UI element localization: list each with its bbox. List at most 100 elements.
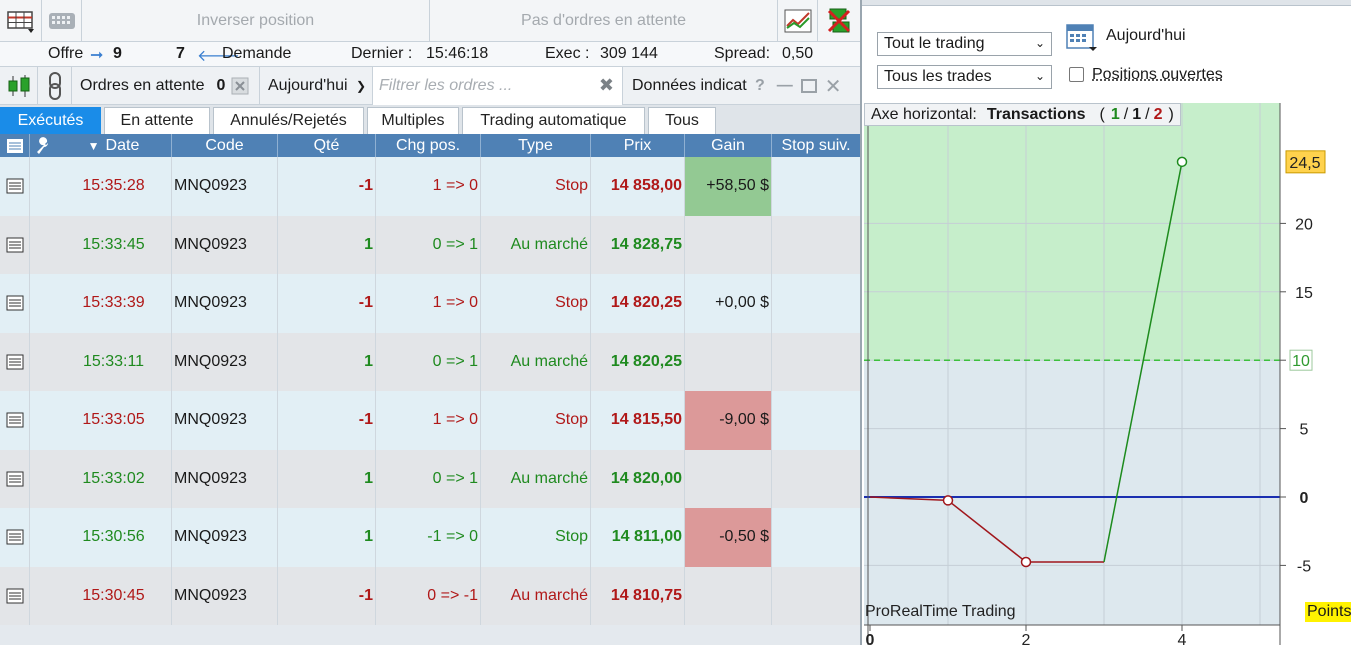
detail-column-icon[interactable] [0, 134, 30, 157]
help-icon[interactable]: ? [755, 77, 765, 95]
cell-spacer [30, 508, 56, 567]
trading-chart: -5051015200241024,5 Axe horizontal: Tran… [862, 103, 1351, 645]
period-select-value: Aujourd'hui [268, 77, 348, 94]
exec-label: Exec : [545, 45, 590, 62]
tab-pending[interactable]: En attente [104, 107, 210, 134]
grid-menu-button[interactable] [0, 0, 42, 41]
cell-gain [685, 215, 772, 274]
pager-total[interactable]: 2 [1154, 106, 1163, 124]
order-detail-icon[interactable] [0, 449, 30, 508]
order-detail-icon[interactable] [0, 508, 30, 567]
table-row[interactable]: 15:33:39 MNQ0923 -1 1 => 0 Stop 14 820,25 +0,0… [0, 274, 860, 333]
cell-spacer [30, 157, 56, 216]
order-detail-icon[interactable] [0, 157, 30, 216]
link-chain-icon [48, 72, 61, 100]
chart-neutral-zone [864, 360, 1280, 625]
pager-page[interactable]: 1 [1132, 106, 1141, 124]
date-range-label: Aujourd'hui [1106, 27, 1186, 44]
chart-trade-button[interactable] [778, 0, 818, 41]
cell-price: 14 858,00 [591, 157, 685, 216]
col-qty[interactable]: Qté [278, 134, 376, 157]
indicator-data-label[interactable]: Données indicat [632, 77, 747, 95]
keyboard-button[interactable] [42, 0, 82, 41]
cell-gain [685, 566, 772, 625]
link-button[interactable] [38, 67, 72, 105]
cell-qty: 1 [278, 332, 376, 391]
table-row[interactable]: 15:33:11 MNQ0923 1 0 => 1 Au marché 14 820,25 [0, 332, 860, 392]
pager-current[interactable]: 1 [1111, 106, 1120, 124]
cell-price: 14 811,00 [591, 508, 685, 567]
order-tabs: Exécutés En attente Annulés/Rejetés Mult… [0, 105, 860, 134]
order-detail-icon[interactable] [0, 215, 30, 274]
close-position-button[interactable] [818, 0, 860, 41]
table-row[interactable]: 15:30:45 MNQ0923 -1 0 => -1 Au marché 14 810,… [0, 566, 860, 625]
candles-button[interactable] [0, 67, 38, 105]
clear-filter-icon[interactable]: ✖ [599, 75, 614, 96]
col-trailing-stop[interactable]: Stop suiv. [772, 134, 860, 157]
pending-orders-section: Ordres en attente 0 [72, 67, 260, 105]
cell-trailing-stop [772, 508, 860, 567]
keyboard-icon [48, 12, 75, 29]
table-row[interactable]: 15:33:05 MNQ0923 -1 1 => 0 Stop 14 815,50 -9,0… [0, 391, 860, 450]
trades-scope-select[interactable]: Tous les trades ⌄ [877, 65, 1052, 89]
col-price[interactable]: Prix [591, 134, 685, 157]
cell-position-change: -1 => 0 [376, 508, 481, 567]
table-row[interactable]: 15:33:45 MNQ0923 1 0 => 1 Au marché 14 828,75 [0, 215, 860, 274]
tab-automatic-trading[interactable]: Trading automatique [462, 107, 645, 134]
cancel-all-icon[interactable] [231, 77, 249, 95]
order-detail-icon[interactable] [0, 332, 30, 391]
y-tick-label: 5 [1300, 422, 1309, 439]
trading-scope-select[interactable]: Tout le trading ⌄ [877, 32, 1052, 56]
tab-executed[interactable]: Exécutés [0, 107, 101, 134]
calendar-button[interactable] [1066, 22, 1098, 57]
cell-gain: -9,00 $ [685, 391, 772, 450]
no-pending-orders-button[interactable]: Pas d'ordres en attente [430, 0, 778, 41]
order-detail-icon[interactable] [0, 391, 30, 450]
cell-date: 15:33:02 [56, 449, 172, 508]
cell-type: Au marché [481, 332, 591, 391]
minimize-icon[interactable]: — [777, 77, 793, 95]
col-date[interactable]: ▼ Date [56, 134, 172, 157]
close-icon[interactable]: ✕ [825, 74, 842, 99]
orders-filter-bar: Ordres en attente 0 Aujourd'hui ❯ Filtre… [0, 67, 860, 105]
cell-spacer [30, 333, 56, 392]
demand-value: 7 [176, 45, 185, 62]
col-gain[interactable]: Gain [685, 134, 772, 157]
col-position-change[interactable]: Chg pos. [376, 134, 481, 157]
col-code[interactable]: Code [172, 134, 278, 157]
open-positions-label[interactable]: Positions ouvertes [1092, 66, 1223, 84]
open-positions-checkbox[interactable] [1069, 67, 1084, 82]
tab-multiple[interactable]: Multiples [367, 107, 459, 134]
axis-selector[interactable]: Axe horizontal: Transactions ( 1 / 1 / 2… [864, 103, 1181, 126]
table-row[interactable]: 15:33:02 MNQ0923 1 0 => 1 Au marché 14 820,00 [0, 449, 860, 509]
filter-orders-input[interactable]: Filtrer les ordres ... ✖ [373, 67, 623, 105]
candlestick-icon [8, 75, 29, 97]
threshold-label: 10 [1292, 353, 1310, 370]
cell-position-change: 1 => 0 [376, 274, 481, 333]
cell-price: 14 820,25 [591, 274, 685, 333]
x-tick-label: 2 [1022, 632, 1031, 645]
y-tick-label: 15 [1295, 285, 1313, 302]
tab-all[interactable]: Tous [648, 107, 716, 134]
maximize-icon[interactable] [800, 78, 817, 94]
cell-type: Stop [481, 157, 591, 216]
cell-qty: 1 [278, 449, 376, 508]
cell-trailing-stop [772, 450, 860, 509]
table-row[interactable]: 15:35:28 MNQ0923 -1 1 => 0 Stop 14 858,00 +58,… [0, 157, 860, 216]
table-row[interactable]: 15:30:56 MNQ0923 1 -1 => 0 Stop 14 811,00 -0,5… [0, 508, 860, 567]
reverse-position-button[interactable]: Inverser position [82, 0, 430, 41]
cell-date: 15:30:56 [56, 508, 172, 567]
cell-price: 14 820,25 [591, 332, 685, 391]
order-detail-icon[interactable] [0, 274, 30, 333]
cell-position-change: 1 => 0 [376, 157, 481, 216]
col-type[interactable]: Type [481, 134, 591, 157]
tab-cancelled-rejected[interactable]: Annulés/Rejetés [213, 107, 364, 134]
trading-chart-panel: Tout le trading ⌄ Tous les trades ⌄ Aujo… [860, 0, 1351, 645]
chart-trade-icon [784, 9, 811, 32]
order-toolbar: Inverser position Pas d'ordres en attent… [0, 0, 860, 42]
period-select[interactable]: Aujourd'hui ❯ [260, 67, 373, 105]
filter-orders-placeholder: Filtrer les ordres ... [379, 77, 513, 94]
wrench-icon[interactable] [30, 134, 56, 157]
order-detail-icon[interactable] [0, 566, 30, 625]
cell-spacer [30, 391, 56, 450]
